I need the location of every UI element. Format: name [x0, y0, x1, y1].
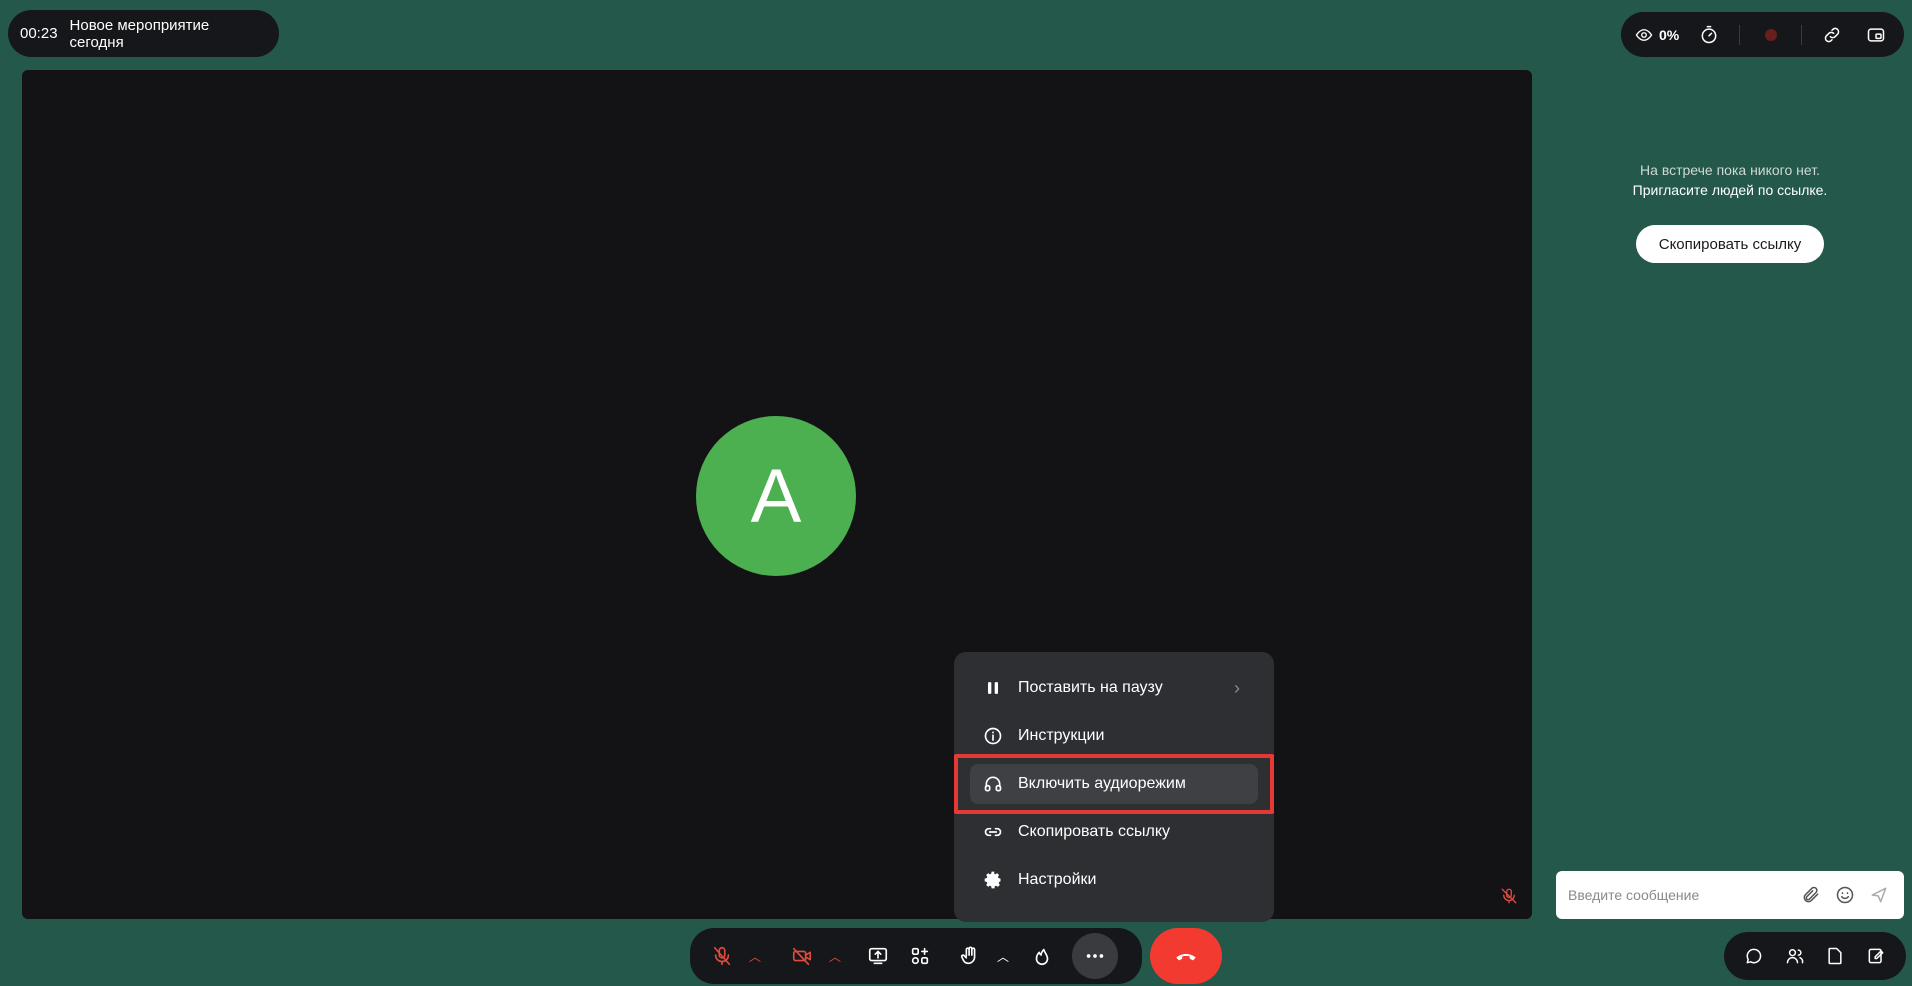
smiley-icon: [1836, 886, 1854, 904]
mic-off-icon: [1501, 888, 1517, 904]
gear-icon: [982, 869, 1004, 891]
menu-item-pause[interactable]: Поставить на паузу ›: [954, 664, 1274, 712]
emoji-button[interactable]: [1828, 878, 1862, 912]
raise-hand-options-caret[interactable]: ︿: [992, 936, 1014, 976]
more-dots-icon: [1086, 954, 1104, 958]
users-icon: [1786, 949, 1804, 964]
meeting-info-pill[interactable]: 00:23 Новое мероприятие сегодня: [8, 10, 279, 57]
info-icon: [982, 725, 1004, 747]
empty-message-line1: На встрече пока никого нет.: [1640, 162, 1820, 178]
apps-button[interactable]: [900, 936, 940, 976]
headphones-icon: [982, 773, 1004, 795]
menu-item-label: Инструкции: [1018, 727, 1105, 744]
more-options-button[interactable]: [1072, 933, 1118, 979]
mic-off-icon: [713, 946, 731, 966]
call-toolbar: ︿ ︿ ︿: [690, 928, 1142, 984]
files-tab-button[interactable]: [1821, 942, 1849, 970]
picture-in-picture-button[interactable]: [1862, 21, 1890, 49]
hand-icon: [960, 946, 976, 965]
reactions-button[interactable]: [1022, 936, 1062, 976]
file-icon: [1828, 947, 1842, 965]
participants-tab-button[interactable]: [1781, 942, 1809, 970]
camera-button[interactable]: [782, 936, 822, 976]
menu-item-label: Настройки: [1018, 871, 1097, 888]
participant-avatar: A: [696, 416, 856, 576]
menu-item-copy-link[interactable]: Скопировать ссылку: [954, 808, 1274, 856]
divider: [1739, 24, 1741, 45]
empty-participants-message: На встрече пока никого нет. Пригласите л…: [1548, 160, 1912, 200]
microphone-options-caret[interactable]: ︿: [744, 936, 766, 976]
record-dot-icon: [1764, 28, 1777, 41]
link-icon: [982, 821, 1004, 843]
viewers-indicator[interactable]: 0%: [1635, 26, 1679, 44]
screen-share-button[interactable]: [858, 936, 898, 976]
mic-muted-indicator: [1500, 887, 1522, 909]
stopwatch-icon: [1701, 25, 1717, 43]
eye-icon: [1635, 28, 1653, 41]
screen-share-icon: [868, 947, 888, 965]
paperclip-icon: [1803, 886, 1819, 903]
menu-item-label: Поставить на паузу: [1018, 679, 1163, 696]
link-icon: [1824, 27, 1840, 42]
send-button[interactable]: [1862, 878, 1896, 912]
menu-item-label: Скопировать ссылку: [1018, 823, 1171, 840]
chat-message-input[interactable]: [1568, 887, 1794, 903]
notes-tab-button[interactable]: [1862, 942, 1890, 970]
phone-hangup-icon: [1176, 953, 1196, 961]
copy-link-button[interactable]: Скопировать ссылку: [1636, 225, 1824, 263]
camera-off-icon: [792, 947, 812, 966]
chat-bubble-icon: [1746, 948, 1762, 964]
send-icon: [1871, 887, 1887, 903]
microphone-button[interactable]: [702, 936, 742, 976]
flame-icon: [1035, 948, 1049, 966]
video-stage: A: [22, 70, 1532, 919]
chat-tab-button[interactable]: [1740, 942, 1768, 970]
side-panel-toolbar: [1724, 932, 1906, 980]
chat-composer: [1556, 871, 1904, 919]
divider: [1800, 24, 1802, 45]
record-button[interactable]: [1757, 21, 1785, 49]
menu-item-settings[interactable]: Настройки: [954, 856, 1274, 904]
pause-icon: [982, 677, 1004, 699]
hang-up-button[interactable]: [1150, 928, 1222, 984]
menu-item-label: Включить аудиорежим: [1018, 775, 1186, 792]
apps-add-icon: [911, 947, 929, 965]
camera-options-caret[interactable]: ︿: [824, 936, 846, 976]
copy-link-top-button[interactable]: [1818, 21, 1846, 49]
picture-in-picture-icon: [1867, 27, 1885, 42]
empty-message-line2: Пригласите людей по ссылке.: [1632, 182, 1828, 198]
top-right-toolbar: 0%: [1621, 12, 1904, 57]
menu-item-instructions[interactable]: Инструкции: [954, 712, 1274, 760]
stopwatch-button[interactable]: [1695, 21, 1723, 49]
note-edit-icon: [1868, 948, 1884, 964]
attach-button[interactable]: [1794, 878, 1828, 912]
chevron-right-icon: ›: [1234, 677, 1240, 698]
meeting-title: Новое мероприятие сегодня: [69, 16, 210, 51]
menu-item-audio-mode[interactable]: Включить аудиорежим: [954, 754, 1274, 814]
raise-hand-button[interactable]: [950, 936, 990, 976]
more-options-menu: Поставить на паузу › Инструкции Включить…: [954, 652, 1274, 922]
meeting-timer: 00:23: [20, 25, 58, 42]
viewers-percent: 0%: [1659, 26, 1680, 43]
